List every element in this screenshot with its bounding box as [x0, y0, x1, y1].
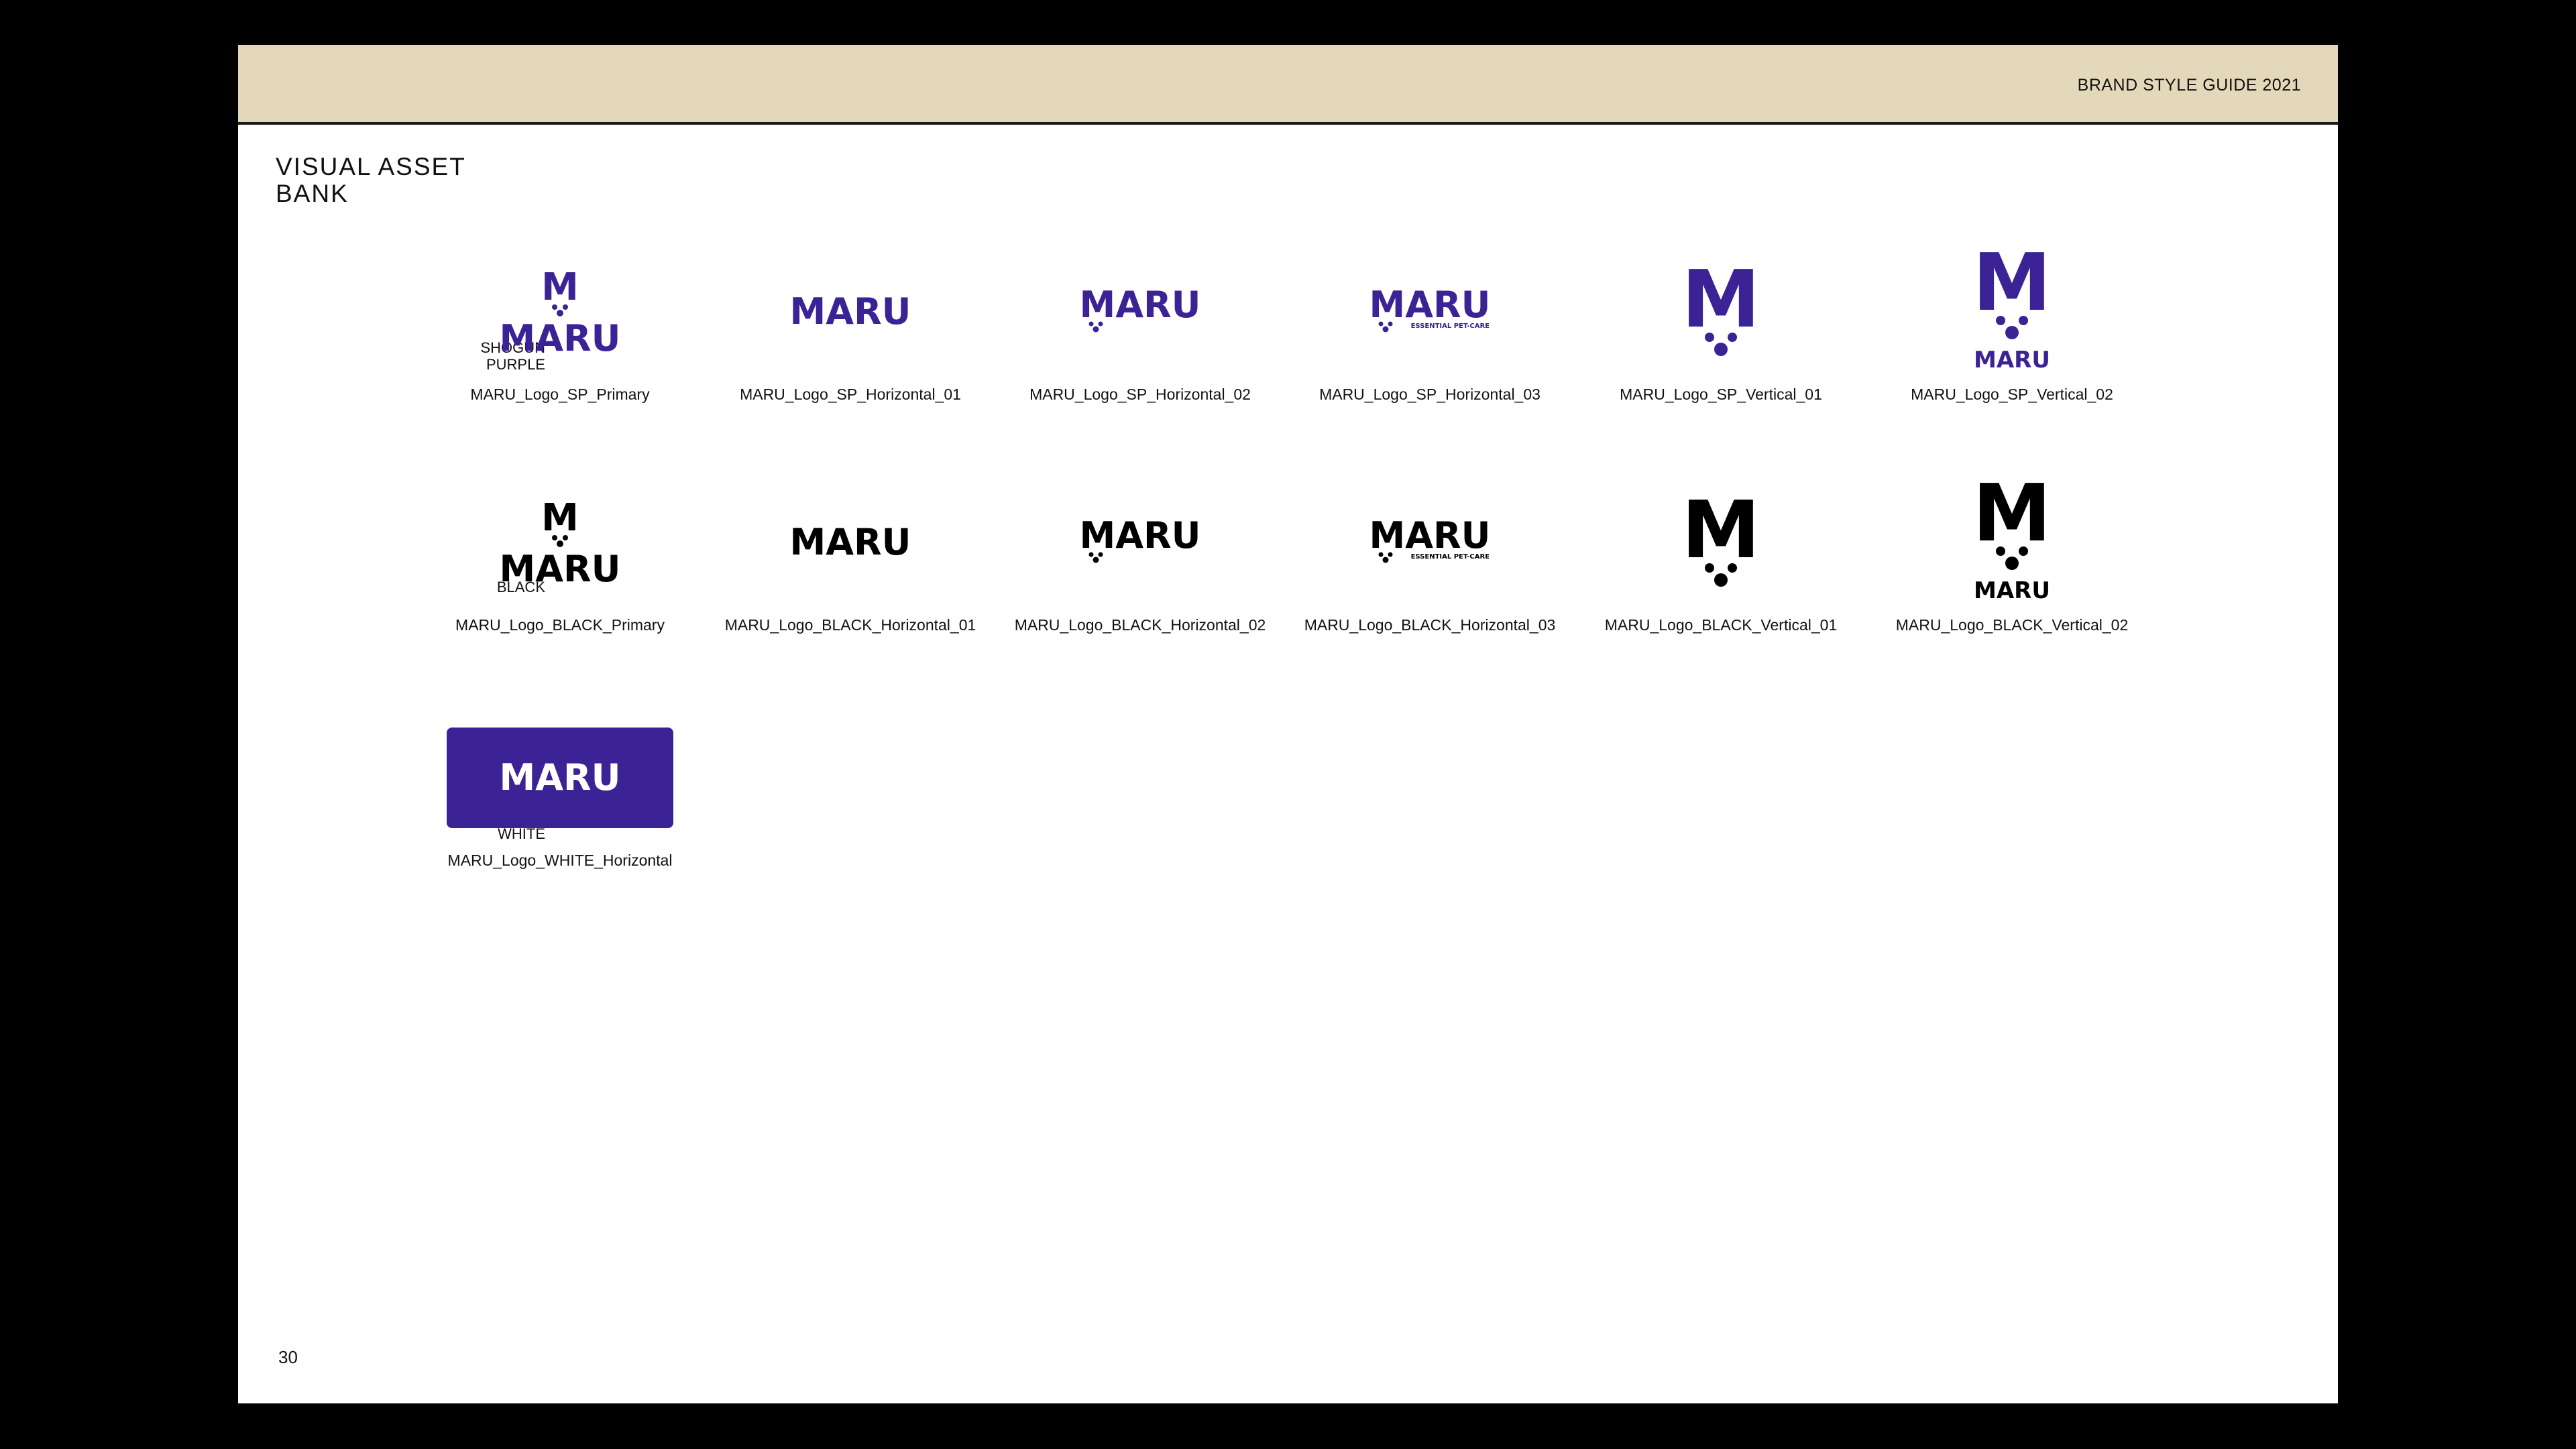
asset-black-horizontal-01[interactable]: MARU MARU_Logo_BLACK_Horizontal_01 — [706, 489, 995, 634]
svg-text:M: M — [1681, 253, 1760, 345]
page-title-line2: BANK — [276, 180, 349, 207]
svg-text:MARU: MARU — [1369, 514, 1491, 557]
header-title: BRAND STYLE GUIDE 2021 — [2077, 76, 2301, 95]
svg-text:M: M — [1972, 236, 2051, 329]
svg-text:M: M — [1681, 483, 1760, 576]
svg-text:MARU: MARU — [790, 521, 911, 563]
maru-vertical-m-logo-icon: M — [1681, 253, 1760, 356]
asset-caption: MARU_Logo_SP_Vertical_01 — [1620, 386, 1822, 403]
svg-text:M: M — [541, 266, 579, 309]
svg-text:MARU: MARU — [500, 756, 621, 799]
asset-sp-horizontal-03[interactable]: MARU ESSENTIAL PET-CARE MARU_Logo_SP_Hor… — [1286, 258, 1574, 404]
maru-vertical-m-logo-icon: M — [1681, 483, 1760, 587]
maru-horizontal-logo-icon: MARU — [790, 521, 911, 563]
asset-caption: MARU_Logo_WHITE_Horizontal — [447, 852, 673, 869]
maru-white-logo-icon: MARU — [500, 756, 621, 799]
maru-horizontal-dots-logo-icon: MARU — [1080, 284, 1201, 333]
svg-text:MARU: MARU — [790, 290, 911, 333]
asset-sp-vertical-01[interactable]: M MARU_Logo_SP_Vertical_01 — [1577, 253, 1865, 404]
maru-primary-logo-icon: M MARU — [500, 266, 621, 359]
asset-caption: MARU_Logo_BLACK_Horizontal_02 — [1014, 616, 1266, 634]
svg-text:MARU: MARU — [1974, 347, 2050, 373]
asset-caption: MARU_Logo_SP_Horizontal_03 — [1319, 386, 1541, 403]
svg-text:ESSENTIAL PET-CARE: ESSENTIAL PET-CARE — [1411, 323, 1490, 330]
asset-sp-primary[interactable]: M MARU MARU_Logo_SP_Primary — [416, 258, 704, 404]
asset-caption: MARU_Logo_SP_Horizontal_02 — [1029, 386, 1251, 403]
asset-white-horizontal[interactable]: MARU MARU_Logo_WHITE_Horizontal — [416, 724, 704, 870]
slide-page: BRAND STYLE GUIDE 2021 VISUAL ASSET BANK… — [238, 45, 2338, 1403]
asset-caption: MARU_Logo_BLACK_Vertical_01 — [1604, 616, 1838, 634]
maru-vertical-stacked-logo-icon: M MARU — [1972, 467, 2051, 604]
asset-caption: MARU_Logo_SP_Primary — [470, 386, 650, 403]
asset-caption: MARU_Logo_BLACK_Horizontal_03 — [1304, 616, 1556, 634]
page-title: VISUAL ASSET BANK — [276, 154, 466, 207]
asset-caption: MARU_Logo_SP_Horizontal_01 — [740, 386, 961, 403]
asset-black-horizontal-03[interactable]: MARU ESSENTIAL PET-CARE MARU_Logo_BLACK_… — [1286, 489, 1574, 634]
svg-text:MARU: MARU — [1080, 284, 1201, 326]
svg-text:MARU: MARU — [1369, 284, 1491, 326]
maru-horizontal-tagline-logo-icon: MARU ESSENTIAL PET-CARE — [1369, 284, 1491, 333]
header-band: BRAND STYLE GUIDE 2021 — [238, 45, 2338, 125]
maru-primary-logo-icon: M MARU — [500, 496, 621, 590]
page-title-line1: VISUAL ASSET — [276, 153, 466, 180]
svg-text:MARU: MARU — [500, 548, 621, 590]
svg-text:MARU: MARU — [1080, 514, 1201, 557]
asset-caption: MARU_Logo_BLACK_Horizontal_01 — [724, 616, 976, 634]
svg-text:M: M — [1972, 467, 2051, 559]
asset-black-vertical-01[interactable]: M MARU_Logo_BLACK_Vertical_01 — [1577, 483, 1865, 634]
asset-sp-horizontal-02[interactable]: MARU MARU_Logo_SP_Horizontal_02 — [996, 258, 1284, 404]
svg-text:ESSENTIAL PET-CARE: ESSENTIAL PET-CARE — [1411, 553, 1490, 561]
white-logo-tile: MARU — [447, 728, 673, 828]
svg-text:MARU: MARU — [500, 317, 621, 359]
maru-horizontal-dots-logo-icon: MARU — [1080, 514, 1201, 563]
asset-black-primary[interactable]: M MARU MARU_Logo_BLACK_Primary — [416, 489, 704, 634]
asset-caption: MARU_Logo_SP_Vertical_02 — [1911, 386, 2113, 403]
maru-horizontal-logo-icon: MARU — [790, 290, 911, 333]
svg-text:MARU: MARU — [1974, 577, 2050, 604]
asset-black-vertical-02[interactable]: M MARU MARU_Logo_BLACK_Vertical_02 — [1868, 467, 2156, 634]
asset-caption: MARU_Logo_BLACK_Primary — [455, 616, 665, 634]
maru-horizontal-tagline-logo-icon: MARU ESSENTIAL PET-CARE — [1369, 514, 1491, 563]
page-number: 30 — [278, 1347, 298, 1367]
maru-vertical-stacked-logo-icon: M MARU — [1972, 236, 2051, 373]
asset-sp-vertical-02[interactable]: M MARU MARU_Logo_SP_Vertical_02 — [1868, 236, 2156, 404]
asset-sp-horizontal-01[interactable]: MARU MARU_Logo_SP_Horizontal_01 — [706, 258, 995, 404]
asset-caption: MARU_Logo_BLACK_Vertical_02 — [1895, 616, 2129, 634]
svg-text:M: M — [541, 496, 579, 540]
asset-black-horizontal-02[interactable]: MARU MARU_Logo_BLACK_Horizontal_02 — [996, 489, 1284, 634]
